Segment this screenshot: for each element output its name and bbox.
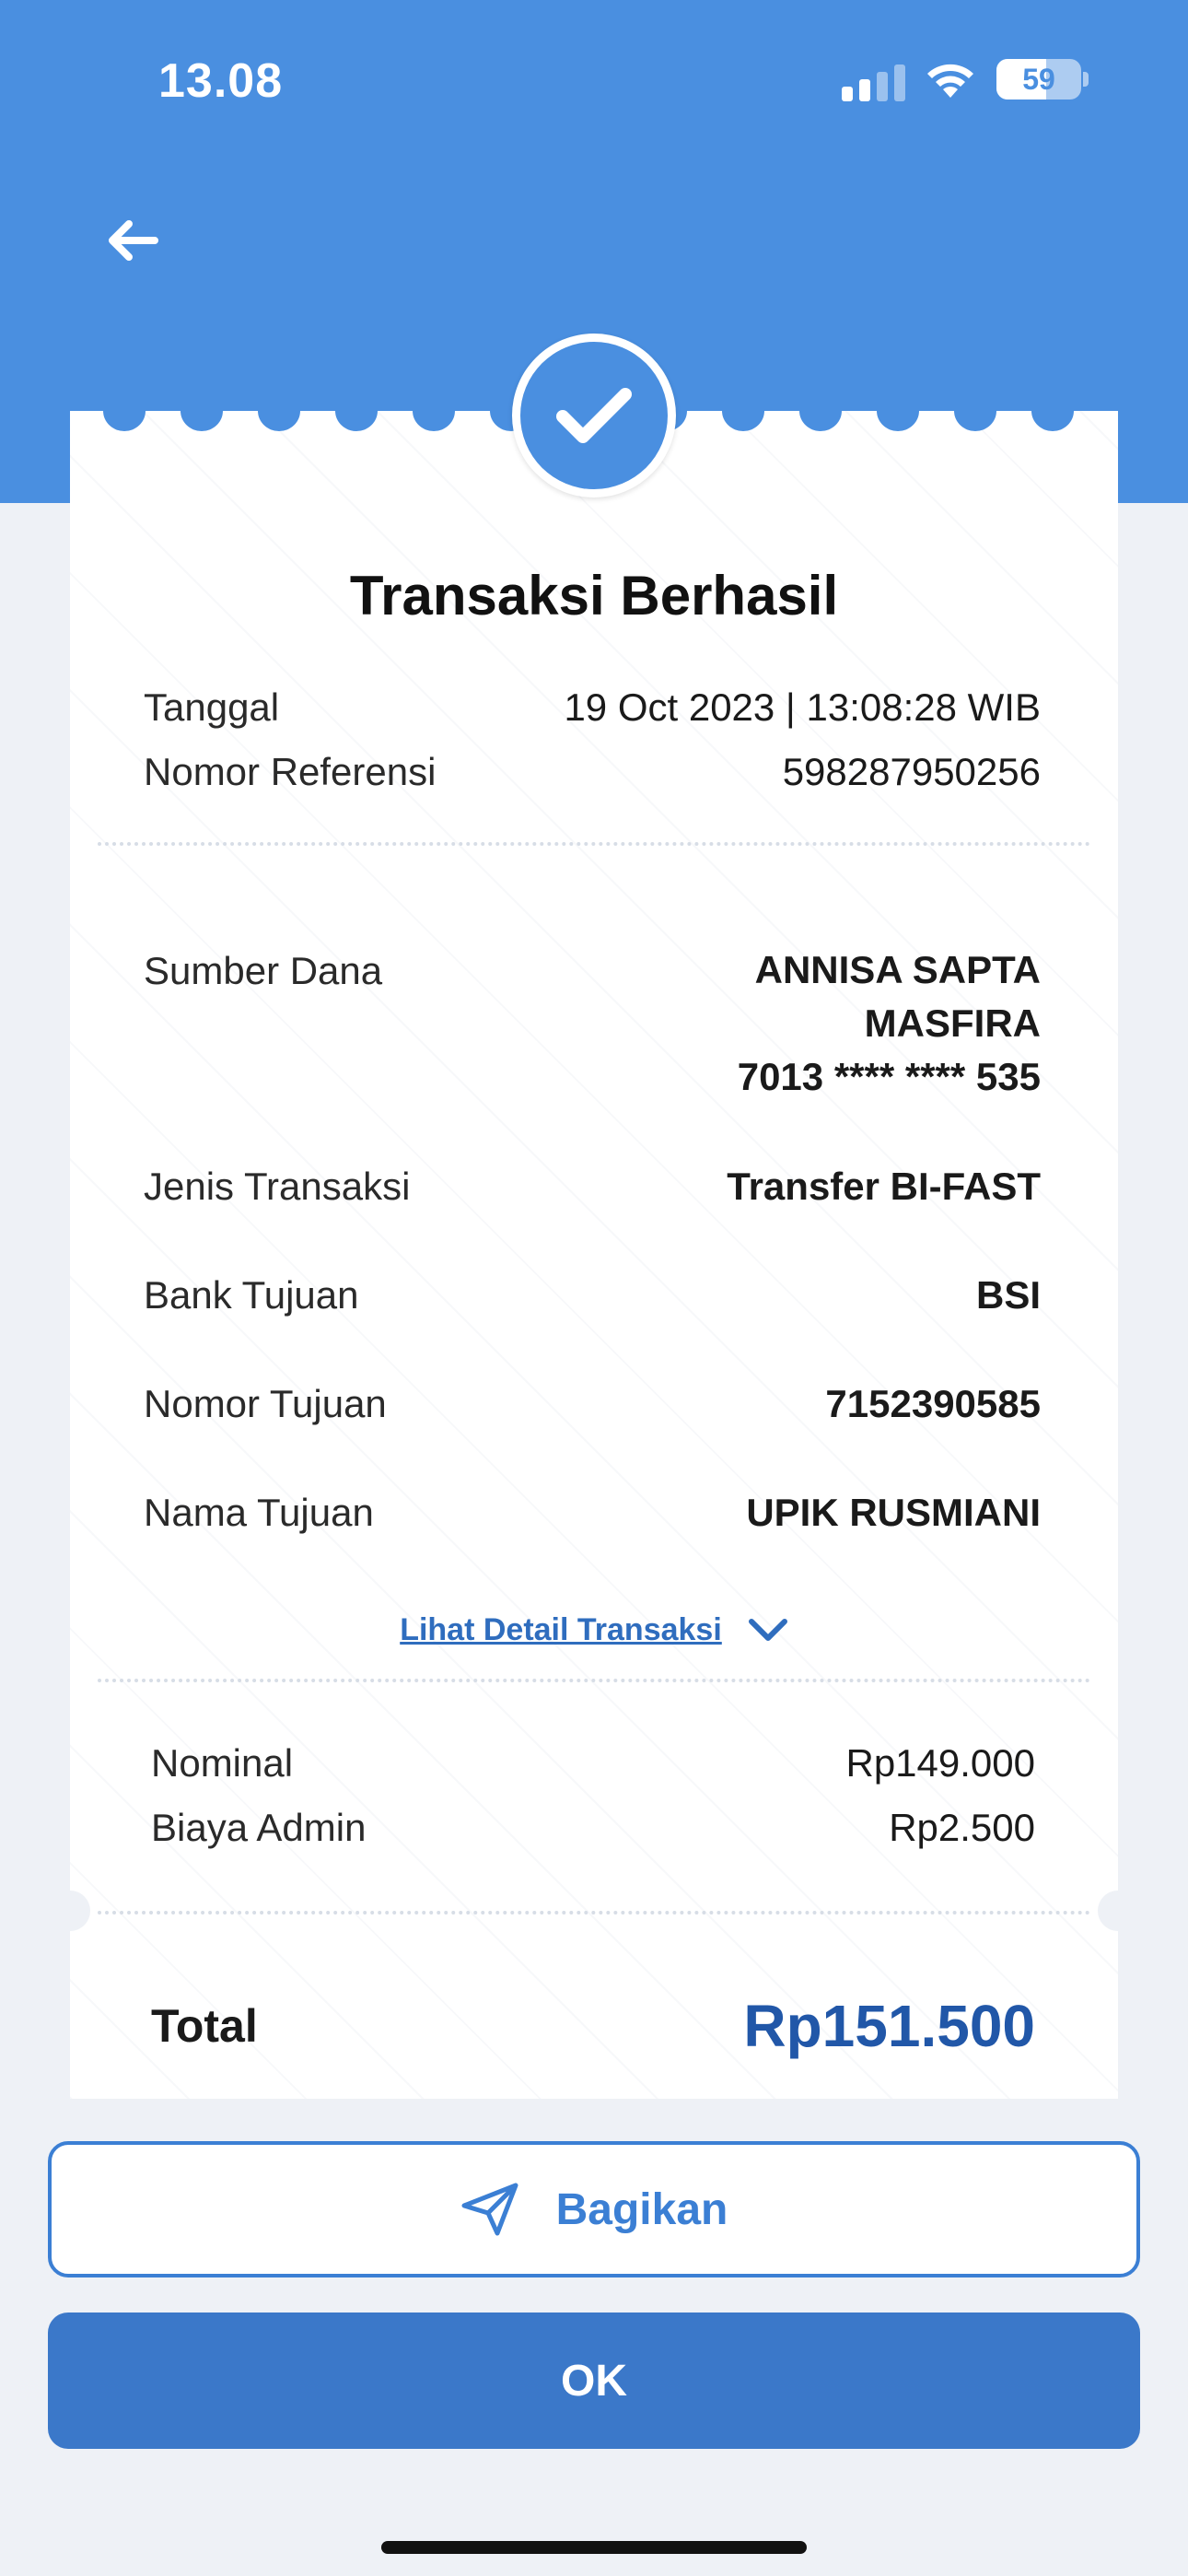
cellular-signal-icon	[842, 63, 906, 101]
row-label: Nomor Referensi	[144, 750, 437, 793]
row-nominal: Nominal Rp149.000	[151, 1741, 1035, 1786]
chevron-down-icon[interactable]	[748, 1618, 788, 1644]
transaction-status-title: Transaksi Berhasil	[349, 565, 839, 626]
row-sumber-dana: Sumber Dana ANNISA SAPTA MASFIRA 7013 **…	[144, 948, 1041, 1104]
row-label: Nominal	[151, 1741, 294, 1785]
back-button[interactable]	[96, 208, 169, 273]
source-name-line1: ANNISA SAPTA	[754, 948, 1041, 991]
receipt-notch-right	[1098, 1891, 1138, 1931]
row-value: BSI	[975, 1273, 1041, 1317]
ok-button-label: OK	[561, 2356, 627, 2406]
row-label: Sumber Dana	[144, 949, 383, 992]
battery-level: 59	[1022, 62, 1055, 96]
source-name-line2: MASFIRA	[864, 1001, 1041, 1045]
total-row: Total Rp151.500	[151, 1992, 1035, 2060]
row-value: ANNISA SAPTA MASFIRA 7013 **** **** 535	[738, 943, 1041, 1104]
send-icon	[461, 2183, 518, 2236]
row-value: Transfer BI-FAST	[727, 1165, 1041, 1208]
total-value: Rp151.500	[743, 1993, 1035, 2059]
detail-transaction-link[interactable]: Lihat Detail Transaksi	[70, 1612, 1118, 1648]
row-label: Nama Tujuan	[144, 1491, 374, 1534]
row-label: Nomor Tujuan	[144, 1382, 387, 1425]
row-biaya-admin: Biaya Admin Rp2.500	[151, 1806, 1035, 1850]
check-icon	[556, 388, 632, 443]
status-time: 13.08	[158, 54, 284, 108]
arrow-left-icon	[109, 220, 158, 261]
share-button-label: Bagikan	[555, 2184, 728, 2234]
row-value: 7152390585	[825, 1382, 1041, 1425]
share-button[interactable]: Bagikan	[48, 2141, 1140, 2277]
row-value: 19 Oct 2023 | 13:08:28 WIB	[564, 685, 1041, 729]
row-value: UPIK RUSMIANI	[746, 1491, 1041, 1534]
row-label: Jenis Transaksi	[144, 1165, 411, 1208]
row-nomor-tujuan: Nomor Tujuan 7152390585	[144, 1382, 1041, 1426]
wifi-icon	[927, 64, 973, 98]
row-label: Bank Tujuan	[144, 1273, 359, 1317]
divider	[98, 842, 1090, 846]
source-account: 7013 **** **** 535	[737, 1055, 1041, 1098]
row-value: 598287950256	[782, 750, 1041, 793]
detail-link-label[interactable]: Lihat Detail Transaksi	[400, 1612, 722, 1648]
row-jenis-transaksi: Jenis Transaksi Transfer BI-FAST	[144, 1165, 1041, 1209]
total-label: Total	[151, 2000, 258, 2052]
receipt-notch-left	[50, 1891, 90, 1931]
row-nomor-referensi: Nomor Referensi 598287950256	[144, 750, 1041, 794]
row-label: Biaya Admin	[151, 1806, 367, 1849]
status-bar: 13.08 59	[0, 0, 1188, 166]
row-nama-tujuan: Nama Tujuan UPIK RUSMIANI	[144, 1491, 1041, 1535]
row-value: Rp2.500	[889, 1806, 1035, 1849]
divider	[98, 1679, 1090, 1682]
battery-tip	[1083, 72, 1089, 87]
home-indicator[interactable]	[381, 2541, 807, 2554]
ok-button[interactable]: OK	[48, 2313, 1140, 2449]
divider	[98, 1911, 1090, 1914]
success-badge	[512, 334, 676, 498]
row-label: Tanggal	[144, 685, 280, 729]
row-tanggal: Tanggal 19 Oct 2023 | 13:08:28 WIB	[144, 685, 1041, 730]
row-bank-tujuan: Bank Tujuan BSI	[144, 1273, 1041, 1317]
row-value: Rp149.000	[845, 1741, 1035, 1785]
battery-icon: 59	[996, 59, 1081, 100]
